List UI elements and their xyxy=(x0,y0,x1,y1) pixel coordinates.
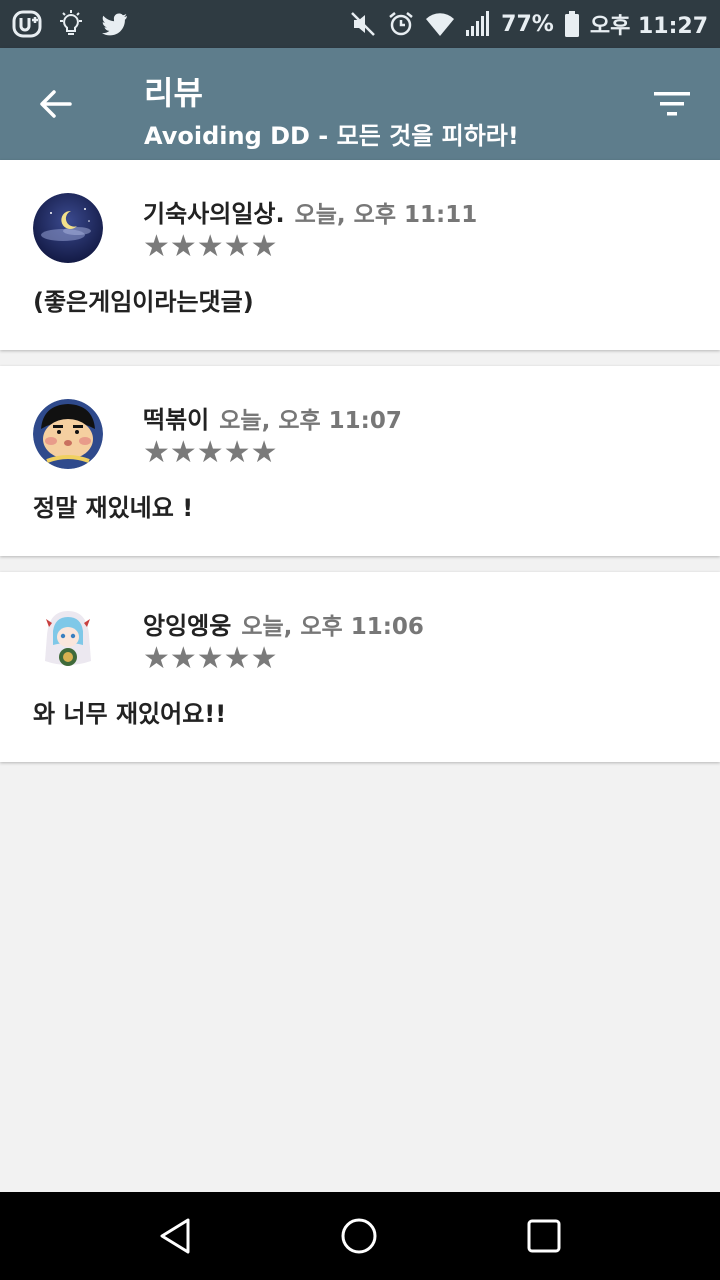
reviewer-info: 앙잉엥웅 오늘, 오후 11:06 xyxy=(143,606,424,641)
review-text: 정말 재있네요 ! xyxy=(33,494,194,522)
status-time: 오후 11:27 xyxy=(589,14,708,39)
signal-icon xyxy=(465,10,491,38)
page-title: 리뷰 xyxy=(144,74,203,112)
battery-icon xyxy=(564,10,580,38)
status-bar-notifications xyxy=(12,9,130,39)
back-button[interactable] xyxy=(30,78,82,130)
review-card: 앙잉엥웅 오늘, 오후 11:06 ★★★★★ 와 너무 재있어요!! xyxy=(0,572,720,762)
twitter-icon xyxy=(100,9,130,39)
app-name-subtitle: Avoiding DD - 모든 것을 피하라! xyxy=(144,122,519,150)
status-bar: 77% 오후 11:27 xyxy=(0,0,720,48)
lightbulb-icon xyxy=(56,9,86,39)
reviewer-name[interactable]: 떡볶이 xyxy=(143,400,209,435)
u-plus-icon xyxy=(12,9,42,39)
battery-percent: 77% xyxy=(501,11,554,37)
night-moon-avatar[interactable] xyxy=(33,193,103,263)
back-triangle-icon xyxy=(160,1218,190,1254)
recents-square-icon xyxy=(527,1219,561,1253)
reviewer-name[interactable]: 기숙사의일상. xyxy=(143,194,285,229)
star-icons: ★★★★★ xyxy=(143,641,278,676)
review-text: (좋은게임이라는댓글) xyxy=(33,288,254,316)
mute-icon xyxy=(349,10,377,38)
nav-back-button[interactable] xyxy=(154,1214,198,1258)
review-text: 와 너무 재있어요!! xyxy=(33,700,227,728)
star-icons: ★★★★★ xyxy=(143,435,278,470)
home-circle-icon xyxy=(341,1218,377,1254)
navigation-bar xyxy=(0,1192,720,1280)
nav-home-button[interactable] xyxy=(337,1214,381,1258)
star-icons: ★★★★★ xyxy=(143,229,278,264)
review-time: 오늘, 오후 11:07 xyxy=(219,408,402,434)
star-rating: ★★★★★ xyxy=(143,644,277,674)
reviewer-info: 떡볶이 오늘, 오후 11:07 xyxy=(143,400,402,435)
app-bar: 리뷰 Avoiding DD - 모든 것을 피하라! xyxy=(0,48,720,160)
review-card: 기숙사의일상. 오늘, 오후 11:11 ★★★★★ (좋은게임이라는댓글) xyxy=(0,160,720,350)
arrow-back-icon xyxy=(40,90,72,118)
status-bar-system: 77% 오후 11:27 xyxy=(349,8,708,40)
filter-button[interactable] xyxy=(644,82,700,126)
anime-girl-avatar[interactable] xyxy=(33,605,103,675)
nav-recents-button[interactable] xyxy=(522,1214,566,1258)
review-time: 오늘, 오후 11:06 xyxy=(241,614,424,640)
reviewer-name[interactable]: 앙잉엥웅 xyxy=(143,606,231,641)
star-rating: ★★★★★ xyxy=(143,438,277,468)
review-card: 떡볶이 오늘, 오후 11:07 ★★★★★ 정말 재있네요 ! xyxy=(0,366,720,556)
filter-icon xyxy=(654,92,690,116)
cartoon-boy-avatar[interactable] xyxy=(33,399,103,469)
alarm-icon xyxy=(387,10,415,38)
wifi-icon xyxy=(425,10,455,38)
reviewer-info: 기숙사의일상. 오늘, 오후 11:11 xyxy=(143,194,477,229)
review-time: 오늘, 오후 11:11 xyxy=(294,202,478,228)
star-rating: ★★★★★ xyxy=(143,232,277,262)
